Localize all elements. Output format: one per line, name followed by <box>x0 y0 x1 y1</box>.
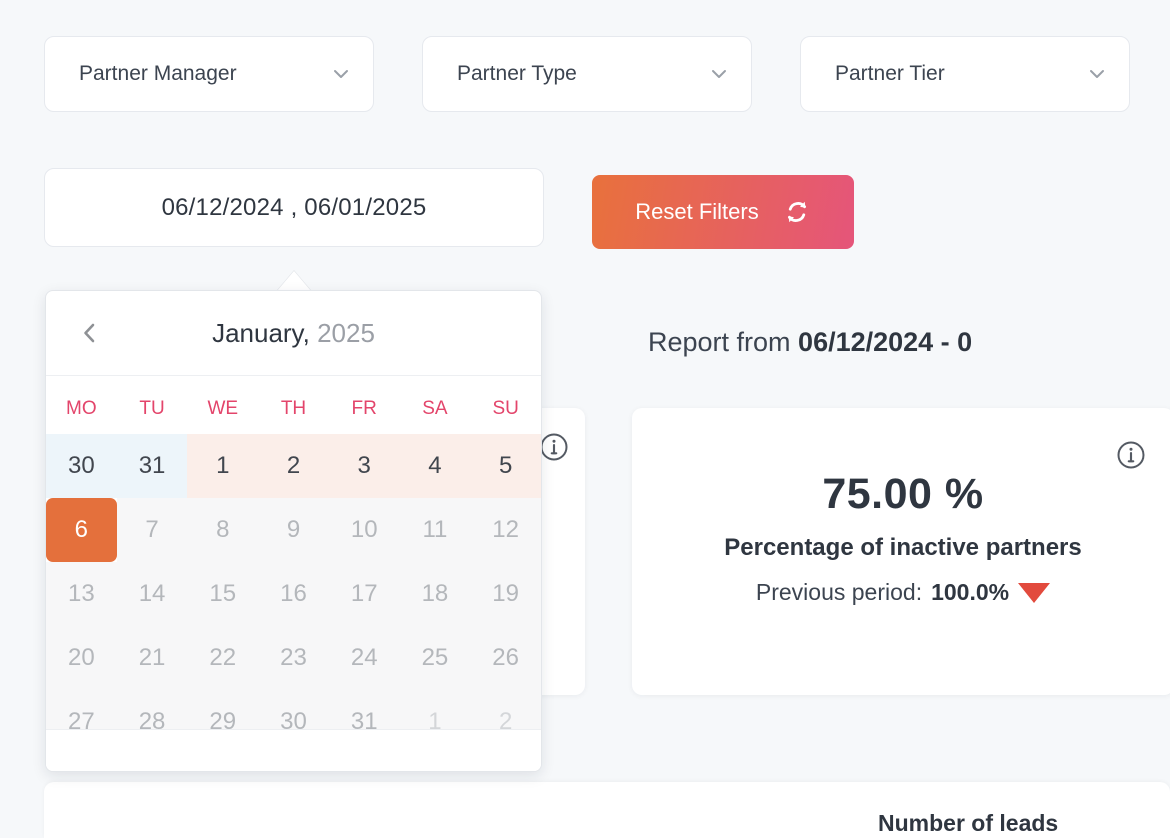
calendar-day[interactable]: 13 <box>46 562 117 626</box>
calendar-day[interactable]: 5 <box>470 434 541 498</box>
calendar-day-grid: 30 31 1 2 3 4 5 6 7 8 9 10 11 12 13 14 15 16 17 18 19 20 21 22 2… <box>46 434 541 754</box>
partner-manager-select[interactable]: Partner Manager <box>44 36 374 112</box>
calendar-footer <box>46 729 541 771</box>
date-range-input[interactable]: 06/12/2024 , 06/01/2025 <box>44 168 544 247</box>
calendar-day[interactable]: 10 <box>328 498 400 562</box>
reset-filters-label: Reset Filters <box>635 199 759 224</box>
calendar-day[interactable]: 25 <box>399 626 471 690</box>
weekday-label: SA <box>422 398 448 419</box>
reset-filters-button[interactable]: Reset Filters <box>592 175 854 249</box>
calendar-day[interactable]: 2 <box>258 434 329 498</box>
calendar-day[interactable]: 6 <box>46 498 117 562</box>
calendar-day[interactable]: 3 <box>328 434 400 498</box>
info-icon[interactable] <box>1116 440 1146 470</box>
calendar-day[interactable]: 14 <box>116 562 188 626</box>
partner-manager-select-label: Partner Manager <box>79 62 237 85</box>
calendar-day[interactable]: 12 <box>470 498 541 562</box>
partner-tier-select[interactable]: Partner Tier <box>800 36 1130 112</box>
report-header-range: 06/12/2024 - 0 <box>798 327 973 357</box>
kpi-title: Percentage of inactive partners <box>724 534 1082 561</box>
report-header-prefix: Report from <box>648 327 799 357</box>
calendar-day[interactable]: 22 <box>187 626 259 690</box>
info-icon[interactable] <box>539 432 569 462</box>
calendar-month-year[interactable]: January, 2025 <box>108 318 479 349</box>
calendar-day[interactable]: 9 <box>258 498 329 562</box>
calendar-day[interactable]: 26 <box>470 626 541 690</box>
calendar-day[interactable]: 4 <box>399 434 471 498</box>
calendar-popup: January, 2025 MO TU WE TH FR SA SU 30 31 1… <box>45 290 542 772</box>
weekday-label: TH <box>280 398 307 419</box>
weekday-label: MO <box>66 398 97 419</box>
calendar-day[interactable]: 30 <box>46 434 117 498</box>
trend-down-icon <box>1018 582 1051 603</box>
kpi-previous-period-label: Previous period: <box>755 579 923 605</box>
calendar-day[interactable]: 19 <box>470 562 541 626</box>
kpi-value: 75.00 % <box>822 470 984 518</box>
calendar-day[interactable]: 31 <box>116 434 188 498</box>
calendar-day[interactable]: 1 <box>187 434 259 498</box>
calendar-day[interactable]: 15 <box>187 562 259 626</box>
date-range-value: 06/12/2024 , 06/01/2025 <box>161 193 427 221</box>
calendar-year: 2025 <box>317 317 375 348</box>
refresh-icon <box>783 198 811 226</box>
calendar-day[interactable]: 23 <box>258 626 329 690</box>
calendar-day[interactable]: 18 <box>399 562 471 626</box>
calendar-day[interactable]: 11 <box>399 498 471 562</box>
calendar-weekday-header: MO TU WE TH FR SA SU <box>46 376 541 434</box>
calendar-day[interactable]: 24 <box>328 626 400 690</box>
kpi-previous-period-value: 100.0% <box>931 579 1010 605</box>
partner-tier-select-label: Partner Tier <box>835 62 945 85</box>
chevron-down-icon <box>709 64 729 84</box>
calendar-day[interactable]: 17 <box>328 562 400 626</box>
chevron-down-icon <box>1087 64 1107 84</box>
kpi-card-inactive-partners: 75.00 % Percentage of inactive partners … <box>632 408 1170 695</box>
calendar-day[interactable]: 7 <box>116 498 188 562</box>
report-header: Report from 06/12/2024 - 0 <box>648 327 972 358</box>
calendar-month: January, <box>212 317 310 348</box>
kpi-previous-period: Previous period: 100.0% <box>632 579 1170 606</box>
calendar-header: January, 2025 <box>46 291 541 376</box>
weekday-label: TU <box>139 398 165 419</box>
calendar-day[interactable]: 8 <box>187 498 259 562</box>
partner-type-select[interactable]: Partner Type <box>422 36 752 112</box>
chevron-down-icon <box>331 64 351 84</box>
weekday-label: SU <box>492 398 519 419</box>
bottom-panel-title: Number of leads <box>878 810 1059 836</box>
calendar-popup-pointer <box>277 271 311 291</box>
calendar-day[interactable]: 16 <box>258 562 329 626</box>
calendar-day[interactable]: 21 <box>116 626 188 690</box>
weekday-label: FR <box>351 398 377 419</box>
calendar-day[interactable]: 20 <box>46 626 117 690</box>
weekday-label: WE <box>207 398 239 419</box>
chevron-left-icon[interactable] <box>72 315 108 351</box>
partner-type-select-label: Partner Type <box>457 62 577 85</box>
